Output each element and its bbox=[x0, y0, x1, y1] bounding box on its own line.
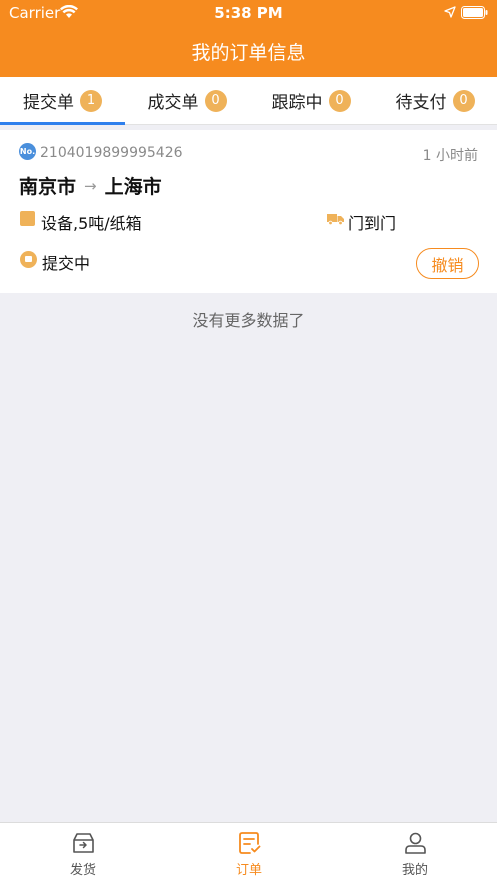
count-badge: 1 bbox=[80, 89, 102, 112]
location-arrow-icon bbox=[444, 6, 456, 18]
tabbar-item-ship[interactable]: 发货 bbox=[0, 823, 166, 883]
tab-pending-payment[interactable]: 待支付 0 bbox=[373, 77, 497, 124]
status-icon bbox=[20, 251, 37, 268]
tab-completed[interactable]: 成交单 0 bbox=[125, 77, 249, 124]
status-time: 5:38 PM bbox=[214, 4, 283, 22]
tabbar-label: 发货 bbox=[69, 863, 96, 878]
arrow-right-icon: → bbox=[84, 176, 97, 195]
active-tab-indicator bbox=[0, 122, 125, 125]
status-bar: Carrier 5:38 PM bbox=[0, 0, 497, 27]
delivery-type: 门到门 bbox=[348, 214, 397, 233]
tabbar-item-orders[interactable]: 订单 bbox=[166, 823, 332, 883]
goods-info: 设备,5吨/纸箱 bbox=[41, 214, 142, 233]
package-icon bbox=[20, 211, 35, 226]
order-time: 1 小时前 bbox=[422, 148, 478, 164]
ship-icon bbox=[73, 833, 94, 853]
page-title: 我的订单信息 bbox=[191, 42, 306, 64]
order-status: 提交中 bbox=[42, 254, 91, 273]
battery-icon bbox=[461, 6, 488, 19]
count-badge: 0 bbox=[204, 89, 227, 112]
tab-label: 提交单 bbox=[23, 93, 74, 113]
no-more-data-text: 没有更多数据了 bbox=[192, 311, 305, 330]
route-origin: 南京市 bbox=[19, 176, 77, 198]
tabbar-label: 订单 bbox=[235, 863, 262, 878]
tabbar-item-mine[interactable]: 我的 bbox=[332, 823, 497, 883]
count-badge: 0 bbox=[452, 89, 475, 112]
tab-submitted[interactable]: 提交单 1 bbox=[0, 77, 125, 124]
cancel-order-button[interactable]: 撤销 bbox=[416, 248, 479, 279]
tab-label: 待支付 bbox=[395, 93, 447, 113]
tab-label: 成交单 bbox=[147, 93, 199, 113]
route-destination: 上海市 bbox=[104, 176, 162, 198]
order-list-icon bbox=[239, 832, 261, 854]
order-number-icon: No. bbox=[19, 143, 36, 160]
order-route: 南京市 → 上海市 bbox=[19, 172, 162, 199]
tabbar-label: 我的 bbox=[401, 863, 428, 878]
order-number: 2104019899995426 bbox=[40, 145, 183, 161]
count-badge: 0 bbox=[328, 89, 351, 112]
order-tabs: 提交单 1 成交单 0 跟踪中 0 待支付 0 bbox=[0, 77, 497, 125]
truck-icon bbox=[327, 214, 344, 225]
app-header: Carrier 5:38 PM 我的订单信息 bbox=[0, 0, 497, 77]
bottom-tab-bar: 发货 订单 我的 bbox=[0, 822, 497, 883]
tab-label: 跟踪中 bbox=[271, 93, 323, 113]
tab-tracking[interactable]: 跟踪中 0 bbox=[249, 77, 373, 124]
user-icon bbox=[405, 832, 426, 854]
